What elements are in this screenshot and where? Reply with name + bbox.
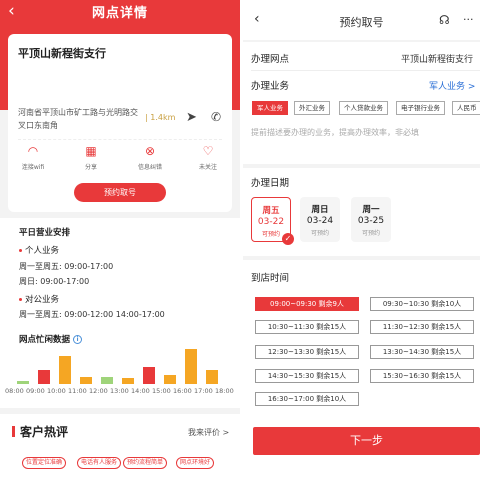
divider: [251, 70, 480, 71]
qrcode-icon: ▦: [85, 144, 97, 158]
axis-tick-label: 14:00: [131, 387, 150, 395]
personal-weekday-hours: 周一至周五: 09:00-17:00: [19, 262, 114, 271]
business-chip[interactable]: 外汇业务: [294, 101, 330, 115]
branch-detail-screen: ‹ 网点详情 平顶山新程街支行 河南省平顶山市矿工路与光明路交叉口东南角 | 1…: [0, 0, 240, 480]
busy-bar: [38, 370, 50, 384]
time-slot[interactable]: 13:30~14:30 剩余15人: [370, 345, 474, 359]
business-chip[interactable]: 军人业务: [252, 101, 288, 115]
axis-tick-label: 17:00: [194, 387, 213, 395]
axis-tick-label: 10:00: [47, 387, 66, 395]
axis-tick-label: 11:00: [68, 387, 87, 395]
time-label: 到店时间: [251, 273, 290, 284]
date-value: 03-25: [357, 216, 385, 226]
divider: [18, 139, 222, 140]
action-share[interactable]: ▦ 分享: [66, 144, 116, 171]
time-slot[interactable]: 09:00~09:30 剩余9人: [255, 297, 359, 311]
busy-bar: [59, 356, 71, 384]
action-label: 分享: [84, 164, 97, 171]
busy-bar: [143, 367, 155, 384]
check-icon: ✓: [282, 233, 294, 245]
business-chip[interactable]: 个人贷款业务: [339, 101, 388, 115]
branch-address: 河南省平顶山市矿工路与光明路交叉口东南角: [18, 108, 138, 130]
more-icon[interactable]: ···: [463, 13, 474, 26]
busy-bar: [101, 377, 113, 384]
date-option[interactable]: 周日 03-24 可预约: [300, 197, 340, 242]
next-step-button[interactable]: 下一步: [253, 427, 480, 455]
busy-data-title: 网点忙闲数据 i: [19, 333, 83, 345]
section-marker: [12, 426, 15, 437]
business-label: 办理业务: [251, 81, 290, 92]
review-tag[interactable]: 电话有人服务: [77, 457, 122, 469]
action-wifi[interactable]: ◠ 连接wifi: [8, 144, 58, 171]
personal-sunday-hours: 周日: 09:00-17:00: [19, 277, 90, 286]
busy-bar: [185, 349, 197, 384]
busy-bar: [164, 375, 176, 384]
axis-tick-label: 12:00: [89, 387, 108, 395]
time-slot[interactable]: 16:30~17:00 剩余10人: [255, 392, 359, 406]
booking-screen: ‹ 预约取号 ☊ ··· 办理网点 平顶山新程街支行 办理业务 军人业务 > 军…: [243, 0, 480, 480]
axis-tick-label: 08:00: [5, 387, 24, 395]
branch-card: 平顶山新程街支行 河南省平顶山市矿工路与光明路交叉口东南角 | 1.4km ➤ …: [8, 34, 232, 212]
phone-icon[interactable]: ✆: [211, 110, 221, 124]
time-slot[interactable]: 12:30~13:30 剩余15人: [255, 345, 359, 359]
heart-icon: ♡: [202, 144, 214, 158]
time-slot[interactable]: 15:30~16:30 剩余15人: [370, 369, 474, 383]
date-status: 可预约: [361, 230, 380, 237]
branch-distance: | 1.4km: [145, 113, 176, 122]
action-label: 未关注: [198, 164, 217, 171]
time-slot[interactable]: 10:30~11:30 剩余15人: [255, 320, 359, 334]
date-weekday: 周五: [262, 206, 280, 216]
date-value: 03-24: [306, 216, 334, 226]
corporate-weekday-hours: 周一至周五: 09:00-12:00 14:00-17:00: [19, 310, 165, 319]
branch-label: 办理网点: [251, 54, 290, 65]
date-weekday: 周日: [311, 205, 329, 215]
axis-tick-label: 13:00: [110, 387, 129, 395]
busy-bar: [17, 381, 29, 384]
headset-icon[interactable]: ☊: [439, 13, 450, 27]
page-title: 网点详情: [91, 6, 148, 21]
reviews-title: 客户热评: [20, 425, 69, 439]
wifi-icon: ◠: [27, 144, 39, 158]
hours-heading: 平日营业安排: [19, 228, 71, 238]
busy-bar: [80, 377, 92, 384]
write-review-link[interactable]: 我来评价 >: [188, 427, 229, 438]
action-label: 连接wifi: [21, 164, 45, 171]
navigate-icon[interactable]: ➤: [186, 110, 197, 125]
date-status: 可预约: [310, 230, 329, 237]
axis-tick-label: 18:00: [215, 387, 234, 395]
date-option[interactable]: 周五 03-22 可预约 ✓: [251, 197, 294, 245]
business-description-input[interactable]: 提前描述要办理的业务，提高办理效率，非必填: [251, 127, 419, 138]
book-ticket-button[interactable]: 预约取号: [74, 183, 166, 202]
action-label: 信息纠错: [137, 164, 162, 171]
business-chip[interactable]: 人民币: [452, 101, 480, 115]
axis-tick-label: 16:00: [173, 387, 192, 395]
date-value: 03-22: [257, 217, 285, 227]
time-slot[interactable]: 14:30~15:30 剩余15人: [255, 369, 359, 383]
time-slot[interactable]: 11:30~12:30 剩余15人: [370, 320, 474, 334]
axis-tick-label: 09:00: [26, 387, 45, 395]
busy-bar: [122, 378, 134, 384]
date-label: 办理日期: [251, 178, 290, 189]
date-option[interactable]: 周一 03-25 可预约: [351, 197, 391, 242]
review-tag[interactable]: 位置定位准确: [22, 457, 67, 469]
branch-name: 平顶山新程街支行: [18, 47, 106, 60]
corporate-business-title: 对公业务: [19, 293, 59, 305]
review-tag[interactable]: 网点环境好: [176, 457, 215, 469]
time-slot[interactable]: 09:30~10:30 剩余10人: [370, 297, 474, 311]
date-weekday: 周一: [362, 205, 380, 215]
action-follow[interactable]: ♡ 未关注: [183, 144, 233, 171]
nav-bar: ‹ 预约取号 ☊ ···: [243, 0, 480, 40]
info-icon[interactable]: i: [73, 335, 83, 344]
action-correct-info[interactable]: ⊗ 信息纠错: [125, 144, 175, 171]
business-selector[interactable]: 军人业务 >: [429, 79, 475, 92]
business-chip[interactable]: 电子银行业务: [396, 101, 445, 115]
personal-business-title: 个人业务: [19, 244, 59, 256]
busy-data-title-text: 网点忙闲数据: [19, 335, 71, 345]
busy-bar: [206, 370, 218, 384]
branch-value: 平顶山新程街支行: [401, 55, 474, 65]
error-report-icon: ⊗: [144, 144, 156, 158]
review-tag[interactable]: 预约流程简单: [123, 457, 168, 469]
axis-tick-label: 15:00: [152, 387, 171, 395]
